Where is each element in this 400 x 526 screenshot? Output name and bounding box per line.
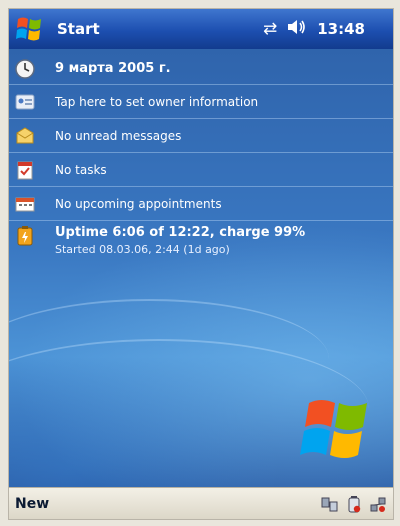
pocketpc-screen: Start ⇄ 13:48 9 марта 2005 г. Tap here t… (8, 8, 394, 520)
tasks-label: No tasks (55, 163, 107, 177)
date-label: 9 марта 2005 г. (55, 61, 171, 76)
owner-row[interactable]: Tap here to set owner information (9, 86, 393, 119)
messages-row[interactable]: No unread messages (9, 120, 393, 153)
date-row[interactable]: 9 марта 2005 г. (9, 53, 393, 85)
network-icon[interactable] (369, 495, 387, 513)
start-label: Start (57, 20, 100, 38)
owner-info-link: Tap here to set owner information (55, 95, 259, 109)
sync-arrows-icon[interactable]: ⇄ (263, 20, 277, 38)
battery-status-icon (13, 225, 37, 247)
windows-flag-icon (15, 15, 45, 43)
uptime-started-label: Started 08.03.06, 2:44 (1d ago) (55, 243, 230, 256)
windows-logo (299, 391, 379, 471)
speaker-icon[interactable] (287, 19, 307, 39)
clock-icon (13, 58, 37, 80)
new-button[interactable]: New (15, 496, 49, 512)
owner-card-icon (13, 91, 37, 113)
start-button[interactable]: Start (9, 9, 100, 49)
calendar-icon (13, 193, 37, 215)
today-screen: 9 марта 2005 г. Tap here to set owner in… (9, 49, 393, 489)
inbox-icon (13, 125, 37, 147)
uptime-row[interactable]: Uptime 6:06 of 12:22, charge 99% Started… (9, 225, 393, 265)
battery-icon[interactable] (345, 495, 363, 513)
uptime-label: Uptime 6:06 of 12:22, charge 99% (55, 225, 306, 240)
appointments-label: No upcoming appointments (55, 197, 222, 211)
clock[interactable]: 13:48 (317, 20, 365, 38)
tasks-row[interactable]: No tasks (9, 154, 393, 187)
messages-label: No unread messages (55, 129, 182, 143)
title-bar: Start ⇄ 13:48 (9, 9, 393, 49)
tasks-icon (13, 159, 37, 181)
connectivity-icon[interactable] (321, 495, 339, 513)
appointments-row[interactable]: No upcoming appointments (9, 188, 393, 221)
menu-bar: New (9, 487, 393, 519)
